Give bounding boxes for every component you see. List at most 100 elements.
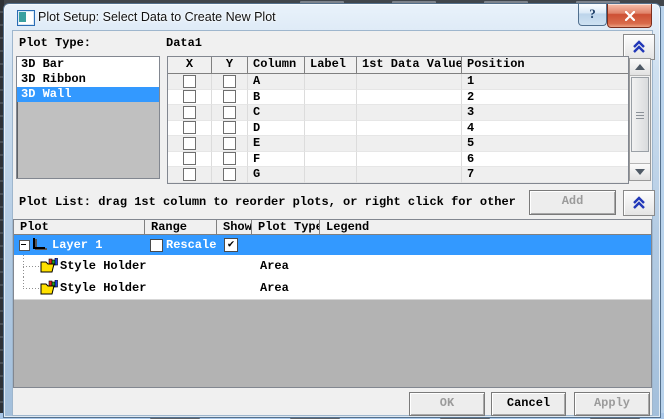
x-checkbox[interactable] — [183, 152, 196, 165]
column-cell: G — [248, 167, 305, 183]
x-checkbox[interactable] — [183, 90, 196, 103]
header-show[interactable]: Show — [217, 220, 252, 234]
x-cell — [168, 105, 212, 121]
header-position[interactable]: Position — [462, 57, 628, 73]
position-cell: 6 — [462, 152, 628, 168]
x-cell — [168, 74, 212, 90]
tree-line — [23, 266, 39, 267]
y-checkbox[interactable] — [223, 168, 236, 181]
header-range[interactable]: Range — [145, 220, 217, 234]
thumb-grip-icon — [636, 112, 644, 120]
label-cell — [305, 167, 357, 183]
collapse-plot-list-button[interactable] — [623, 190, 655, 216]
header-y[interactable]: Y — [212, 57, 248, 73]
column-cell: A — [248, 74, 305, 90]
x-checkbox[interactable] — [183, 121, 196, 134]
rescale-label: Rescale — [166, 235, 216, 255]
x-checkbox[interactable] — [183, 168, 196, 181]
tree-line — [23, 288, 39, 289]
header-first-data-value[interactable]: 1st Data Value — [357, 57, 462, 73]
data-row-b[interactable]: B 2 — [168, 90, 628, 106]
plot-row-style-holder-2[interactable]: Style Holder Area — [14, 277, 651, 299]
close-button[interactable] — [607, 4, 652, 28]
data-row-a[interactable]: A 1 — [168, 74, 628, 90]
column-cell: C — [248, 105, 305, 121]
triangle-down-icon — [635, 169, 645, 175]
data-row-f[interactable]: F 6 — [168, 152, 628, 168]
position-cell: 5 — [462, 136, 628, 152]
plot-type-label: Plot Type: — [19, 36, 91, 50]
scroll-up-button[interactable] — [630, 59, 650, 76]
data-table: X Y Column Label 1st Data Value Position… — [167, 56, 629, 184]
layer-row-selected[interactable]: Layer 1 Rescale ✔ — [14, 235, 651, 255]
x-checkbox[interactable] — [183, 106, 196, 119]
header-label[interactable]: Label — [305, 57, 357, 73]
plot-type-item-3d-wall[interactable]: 3D Wall — [17, 87, 159, 102]
position-cell: 1 — [462, 74, 628, 90]
scroll-down-button[interactable] — [630, 163, 650, 180]
data-row-g[interactable]: G 7 — [168, 167, 628, 183]
show-checkbox[interactable]: ✔ — [224, 238, 238, 252]
scrollbar-thumb[interactable] — [631, 77, 649, 152]
rescale-checkbox[interactable] — [150, 239, 163, 252]
x-cell — [168, 167, 212, 183]
title-bar[interactable]: Plot Setup: Select Data to Create New Pl… — [4, 4, 660, 30]
y-checkbox[interactable] — [223, 152, 236, 165]
label-cell — [305, 136, 357, 152]
plot-row-style-holder-1[interactable]: Style Holder Area — [14, 255, 651, 277]
header-plot-type[interactable]: Plot Type — [252, 220, 320, 234]
data-table-header: X Y Column Label 1st Data Value Position — [168, 57, 628, 74]
dialog-client-area: Plot Type: 3D Bar 3D Ribbon 3D Wall Data… — [12, 30, 653, 416]
plot-name: Style Holder — [60, 277, 146, 299]
first-value-cell — [357, 121, 462, 137]
header-legend[interactable]: Legend — [320, 220, 651, 234]
folder-chart-icon — [40, 280, 58, 295]
tree-collapse-minus-icon[interactable] — [19, 240, 30, 251]
y-checkbox[interactable] — [223, 75, 236, 88]
header-column[interactable]: Column — [248, 57, 305, 73]
add-button[interactable]: Add — [529, 190, 616, 215]
position-cell: 7 — [462, 167, 628, 183]
plot-name: Style Holder — [60, 255, 146, 277]
plot-list-empty-area — [14, 299, 651, 388]
double-chevron-up-icon — [631, 39, 647, 55]
header-plot[interactable]: Plot — [14, 220, 145, 234]
first-value-cell — [357, 90, 462, 106]
data-table-scrollbar[interactable] — [629, 58, 651, 181]
y-cell — [212, 105, 248, 121]
position-cell: 2 — [462, 90, 628, 106]
ok-button[interactable]: OK — [409, 392, 485, 416]
position-cell: 4 — [462, 121, 628, 137]
layer-axes-icon — [32, 238, 48, 252]
plot-type-item-3d-bar[interactable]: 3D Bar — [17, 57, 159, 72]
x-cell — [168, 121, 212, 137]
data-row-c[interactable]: C 3 — [168, 105, 628, 121]
y-checkbox[interactable] — [223, 121, 236, 134]
x-checkbox[interactable] — [183, 75, 196, 88]
y-cell — [212, 90, 248, 106]
y-cell — [212, 152, 248, 168]
column-cell: D — [248, 121, 305, 137]
header-x[interactable]: X — [168, 57, 212, 73]
help-button[interactable]: ? — [578, 4, 607, 26]
layer-name: Layer 1 — [52, 235, 102, 255]
plot-list-label: Plot List: drag 1st column to reorder pl… — [19, 195, 516, 209]
apply-button[interactable]: Apply — [574, 392, 650, 416]
y-cell — [212, 167, 248, 183]
plot-type-item-3d-ribbon[interactable]: 3D Ribbon — [17, 72, 159, 87]
y-cell — [212, 121, 248, 137]
plot-type-listbox: 3D Bar 3D Ribbon 3D Wall — [16, 56, 160, 179]
first-value-cell — [357, 105, 462, 121]
position-cell: 3 — [462, 105, 628, 121]
x-checkbox[interactable] — [183, 137, 196, 150]
label-cell — [305, 152, 357, 168]
y-cell — [212, 136, 248, 152]
data-row-e[interactable]: E 5 — [168, 136, 628, 152]
data-row-d[interactable]: D 4 — [168, 121, 628, 137]
y-checkbox[interactable] — [223, 106, 236, 119]
x-close-icon — [625, 11, 635, 21]
y-checkbox[interactable] — [223, 137, 236, 150]
y-checkbox[interactable] — [223, 90, 236, 103]
label-cell — [305, 90, 357, 106]
cancel-button[interactable]: Cancel — [491, 392, 566, 416]
